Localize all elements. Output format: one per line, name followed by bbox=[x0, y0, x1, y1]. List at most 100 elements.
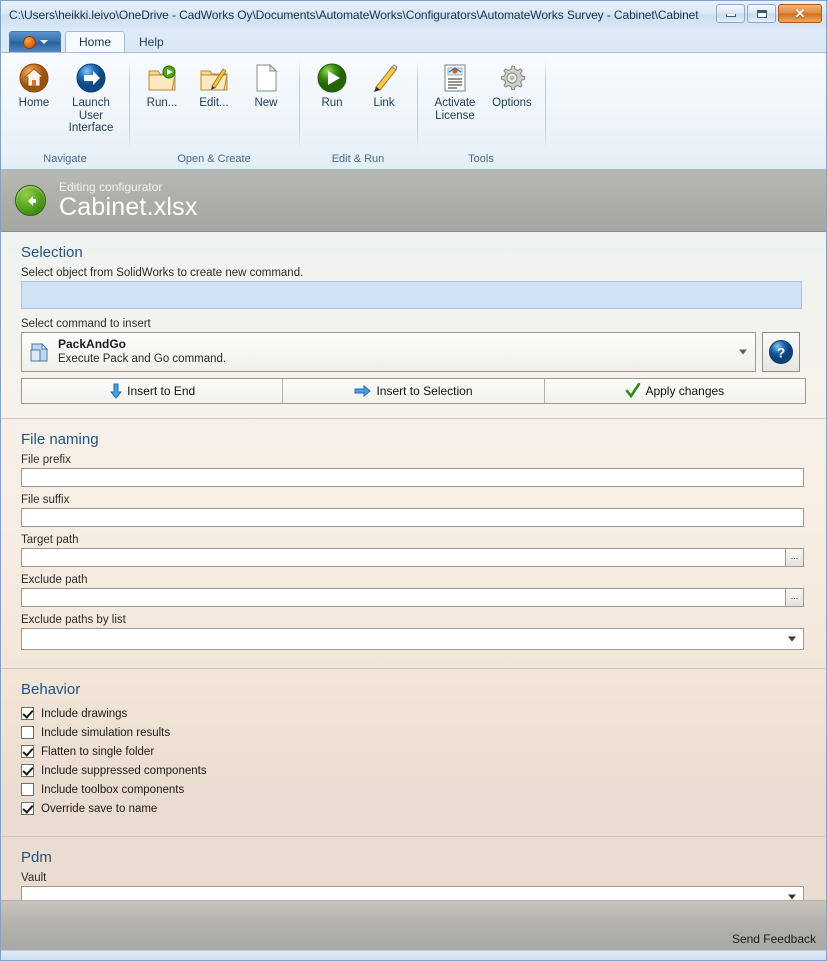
vault-label: Vault bbox=[21, 872, 47, 884]
chevron-down-icon bbox=[39, 40, 48, 44]
apply-changes-button[interactable]: Apply changes bbox=[544, 379, 805, 403]
exclude-path-input[interactable] bbox=[21, 588, 785, 607]
ribbon-button-link[interactable]: Link bbox=[358, 60, 410, 112]
checkbox-row-include-drawings[interactable]: Include drawings bbox=[21, 704, 806, 723]
command-combobox[interactable]: PackAndGo Execute Pack and Go command. bbox=[21, 332, 756, 372]
folder-run-icon bbox=[148, 65, 176, 91]
selection-action-row: Insert to End Insert to Selection Apply … bbox=[21, 378, 806, 404]
application-menu-button[interactable] bbox=[9, 31, 61, 52]
content-area: Selection Select object from SolidWorks … bbox=[1, 232, 826, 900]
svg-text:?: ? bbox=[777, 345, 786, 361]
checkbox-override-save-to-name[interactable] bbox=[21, 802, 34, 815]
footer: Send Feedback bbox=[1, 900, 826, 950]
exclude-path-browse-button[interactable]: ... bbox=[785, 588, 804, 607]
file-prefix-label: File prefix bbox=[21, 454, 71, 466]
page-header: Editing configurator Cabinet.xlsx bbox=[1, 170, 826, 232]
checkbox-include-simulation-results[interactable] bbox=[21, 726, 34, 739]
ribbon-button-launch-user-interface[interactable]: Launch User Interface bbox=[60, 60, 122, 137]
ribbon-group-navigate: Home Launch User Interface Navigate bbox=[1, 56, 129, 169]
vault-combobox[interactable] bbox=[21, 886, 804, 900]
maximize-icon bbox=[756, 9, 767, 18]
checkbox-include-toolbox-components[interactable] bbox=[21, 783, 34, 796]
page-subtitle: Editing configurator bbox=[59, 180, 163, 194]
ribbon-label-run-open: Run... bbox=[146, 97, 178, 109]
label-include-suppressed-components: Include suppressed components bbox=[41, 764, 207, 777]
application-window: C:\Users\heikki.leivo\OneDrive - CadWork… bbox=[0, 0, 827, 961]
page-title: Cabinet.xlsx bbox=[59, 193, 198, 221]
target-path-browse-button[interactable]: ... bbox=[785, 548, 804, 567]
exclude-path-label: Exclude path bbox=[21, 574, 88, 586]
label-include-simulation-results: Include simulation results bbox=[41, 726, 171, 739]
ribbon-group-open-create: Run... Edit... New Open & Create bbox=[129, 56, 299, 169]
file-suffix-label: File suffix bbox=[21, 494, 70, 506]
ribbon: Home Launch User Interface Navigate Run.… bbox=[1, 52, 826, 170]
target-path-label: Target path bbox=[21, 534, 79, 546]
file-prefix-input[interactable] bbox=[21, 468, 804, 487]
certificate-icon bbox=[444, 64, 466, 92]
arrow-left-icon bbox=[27, 195, 36, 206]
window-controls: ✕ bbox=[716, 4, 822, 23]
command-name: PackAndGo bbox=[58, 337, 127, 352]
ribbon-label-new: New bbox=[254, 97, 278, 109]
checkbox-row-override-save-to-name[interactable]: Override save to name bbox=[21, 799, 806, 818]
command-description: Execute Pack and Go command. bbox=[58, 353, 227, 366]
back-button[interactable] bbox=[15, 185, 46, 216]
section-behavior: Behavior Include drawings Include simula… bbox=[1, 668, 826, 824]
checkbox-row-flatten-to-single-folder[interactable]: Flatten to single folder bbox=[21, 742, 806, 761]
checkbox-row-include-simulation-results[interactable]: Include simulation results bbox=[21, 723, 806, 742]
packandgo-document-icon bbox=[30, 342, 49, 361]
arrow-down-icon bbox=[110, 383, 123, 399]
send-feedback-link[interactable]: Send Feedback bbox=[732, 932, 816, 946]
section-selection: Selection Select object from SolidWorks … bbox=[1, 232, 826, 410]
chevron-down-icon bbox=[788, 894, 796, 900]
ribbon-group-label-tools: Tools bbox=[468, 153, 494, 165]
checkbox-flatten-to-single-folder[interactable] bbox=[21, 745, 34, 758]
ribbon-button-run[interactable]: Run bbox=[306, 60, 358, 112]
selection-object-input[interactable] bbox=[21, 281, 802, 309]
ribbon-button-edit-open[interactable]: Edit... bbox=[188, 60, 240, 112]
help-question-icon: ? bbox=[769, 340, 793, 364]
target-path-input[interactable] bbox=[21, 548, 785, 567]
ribbon-label-activate-license: Activate License bbox=[434, 97, 476, 122]
label-include-toolbox-components: Include toolbox components bbox=[41, 783, 185, 796]
checkbox-include-drawings[interactable] bbox=[21, 707, 34, 720]
insert-to-end-label: Insert to End bbox=[127, 384, 196, 398]
ribbon-label-edit-open: Edit... bbox=[199, 97, 229, 109]
section-pdm: Pdm Vault bbox=[1, 836, 826, 900]
help-button[interactable]: ? bbox=[762, 332, 800, 372]
ribbon-label-home: Home bbox=[18, 97, 50, 109]
section-file-naming: File naming File prefix File suffix Targ… bbox=[1, 418, 826, 656]
ribbon-filler bbox=[545, 56, 826, 169]
minimize-button[interactable] bbox=[716, 4, 745, 23]
folder-edit-icon bbox=[200, 68, 228, 91]
window-title: C:\Users\heikki.leivo\OneDrive - CadWork… bbox=[9, 7, 699, 22]
ribbon-button-home[interactable]: Home bbox=[8, 60, 60, 112]
selection-hint: Select object from SolidWorks to create … bbox=[21, 267, 304, 279]
ribbon-button-activate-license[interactable]: Activate License bbox=[424, 60, 486, 124]
app-logo-icon bbox=[22, 35, 36, 49]
ribbon-button-options[interactable]: Options bbox=[486, 60, 538, 112]
checkmark-icon bbox=[626, 383, 641, 399]
title-bar: C:\Users\heikki.leivo\OneDrive - CadWork… bbox=[1, 1, 826, 28]
ribbon-button-new[interactable]: New bbox=[240, 60, 292, 112]
label-include-drawings: Include drawings bbox=[41, 707, 128, 720]
insert-to-end-button[interactable]: Insert to End bbox=[22, 379, 284, 403]
tab-home[interactable]: Home bbox=[65, 31, 126, 52]
label-override-save-to-name: Override save to name bbox=[41, 802, 158, 815]
ribbon-tabstrip: Home Help bbox=[1, 28, 826, 52]
ribbon-button-run-open[interactable]: Run... bbox=[136, 60, 188, 112]
exclude-paths-by-list-combobox[interactable] bbox=[21, 628, 804, 650]
close-button[interactable]: ✕ bbox=[778, 4, 822, 23]
ribbon-group-label-edit-run: Edit & Run bbox=[331, 153, 385, 165]
insert-to-selection-button[interactable]: Insert to Selection bbox=[283, 379, 545, 403]
tab-help[interactable]: Help bbox=[125, 31, 178, 52]
ribbon-group-label-navigate: Navigate bbox=[43, 153, 87, 165]
checkbox-row-include-toolbox-components[interactable]: Include toolbox components bbox=[21, 780, 806, 799]
file-suffix-input[interactable] bbox=[21, 508, 804, 527]
behavior-title: Behavior bbox=[21, 681, 81, 698]
checkbox-include-suppressed-components[interactable] bbox=[21, 764, 34, 777]
checkbox-row-include-suppressed-components[interactable]: Include suppressed components bbox=[21, 761, 806, 780]
label-flatten-to-single-folder: Flatten to single folder bbox=[41, 745, 155, 758]
maximize-button[interactable] bbox=[747, 4, 776, 23]
status-bar bbox=[1, 950, 826, 960]
